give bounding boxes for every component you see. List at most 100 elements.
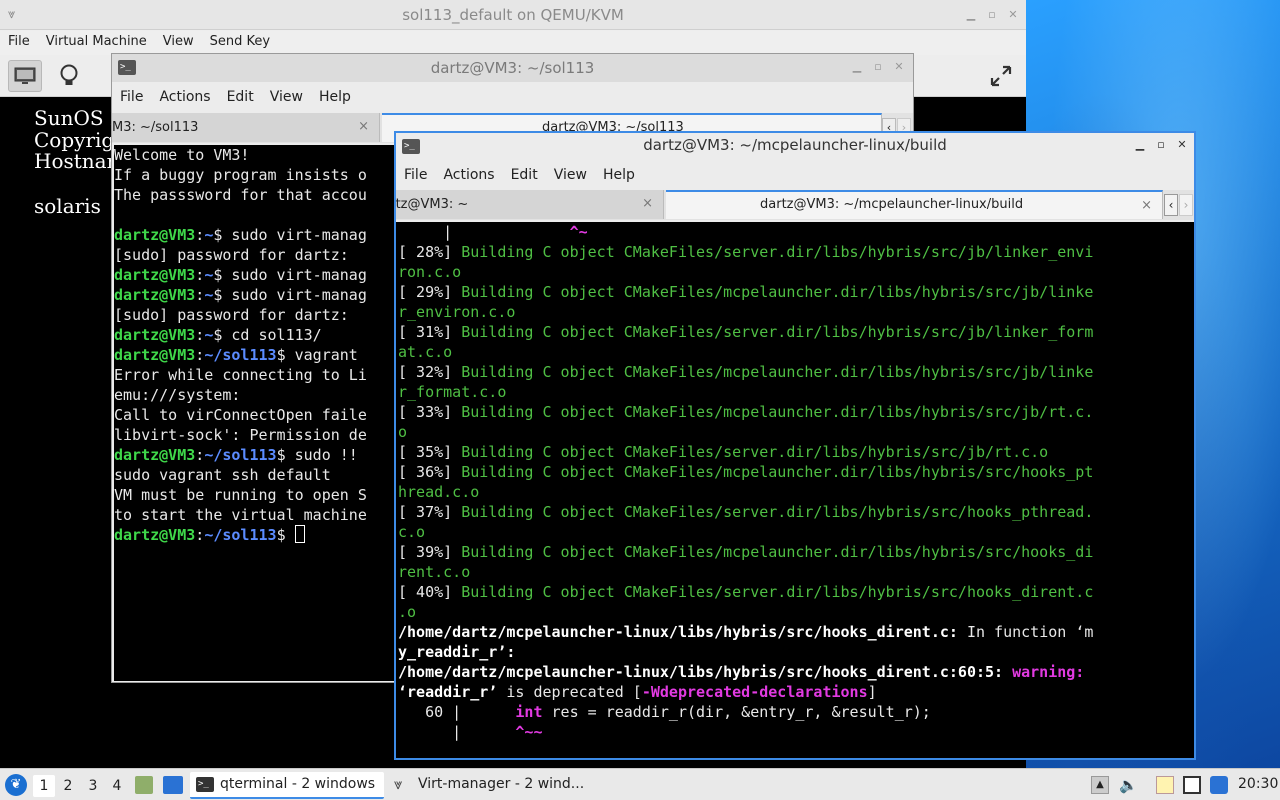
console-view-button[interactable] <box>8 60 42 92</box>
terminal-caret-line: | ^~ <box>398 223 588 241</box>
warning-line: y_readdir_r’: <box>398 643 516 661</box>
workspace-1[interactable]: 1 <box>33 775 55 797</box>
maximize-icon[interactable]: ▫ <box>871 60 885 74</box>
workspace-3[interactable]: 3 <box>82 775 104 797</box>
qemu-menu-send-key[interactable]: Send Key <box>202 31 278 52</box>
build-progress-line: [ 37%] Building C object CMakeFiles/serv… <box>398 503 1094 521</box>
taskbar: ❦ 1 2 3 4 >_ qterminal - 2 windows ⩔ Vir… <box>0 768 1280 800</box>
menu-file[interactable]: File <box>112 84 151 110</box>
qemu-titlebar[interactable]: ⩔ sol113_default on QEMU/KVM ▁ ▫ ✕ <box>0 0 1026 30</box>
terminal-titlebar[interactable]: >_ dartz@VM3: ~/sol113 ▁ ▫ ✕ <box>112 54 913 82</box>
build-progress-line: [ 32%] Building C object CMakeFiles/mcpe… <box>398 363 1094 381</box>
build-progress-line: c.o <box>398 523 426 541</box>
terminal-window-build: >_ dartz@VM3: ~/mcpelauncher-linux/build… <box>394 131 1196 760</box>
tab-close-icon[interactable]: × <box>642 196 653 211</box>
menu-actions[interactable]: Actions <box>151 84 218 110</box>
warning-line: /home/dartz/mcpelauncher-linux/libs/hybr… <box>398 663 1085 681</box>
menu-view[interactable]: View <box>546 162 595 188</box>
terminal-window-title: dartz@VM3: ~/mcpelauncher-linux/build <box>643 136 947 154</box>
terminal-icon: >_ <box>196 777 214 792</box>
tab-label: M3: ~/sol113 <box>112 120 199 135</box>
menu-view[interactable]: View <box>262 84 311 110</box>
qemu-menu-view[interactable]: View <box>155 31 202 52</box>
maximize-icon[interactable]: ▫ <box>1154 138 1168 152</box>
prompt-text: ~ <box>204 226 214 244</box>
terminal-output[interactable]: | ^~ [ 28%] Building C object CMakeFiles/… <box>396 222 1194 758</box>
code-line: 60 | int res = readdir_r(dir, &entry_r, … <box>398 703 931 721</box>
prompt-text: ~ <box>204 286 214 304</box>
fullscreen-icon <box>990 65 1012 87</box>
build-progress-line: .o <box>398 603 417 621</box>
terminal-cursor <box>294 525 305 543</box>
volume-icon[interactable]: 🔈 <box>1119 776 1138 794</box>
menu-edit[interactable]: Edit <box>219 84 262 110</box>
minimize-icon[interactable]: ▁ <box>964 8 978 22</box>
build-progress-line: [ 40%] Building C object CMakeFiles/serv… <box>398 583 1094 601</box>
virt-manager-icon: ⩔ <box>394 775 403 793</box>
menu-help[interactable]: Help <box>311 84 359 110</box>
terminal-caret-line: | ^~~ <box>398 723 543 741</box>
tab-home[interactable]: dartz@VM3: ~ × <box>396 190 664 219</box>
lightbulb-icon <box>60 64 78 85</box>
qemu-menu-virtual-machine[interactable]: Virtual Machine <box>38 31 155 52</box>
file-manager-icon[interactable] <box>135 776 153 794</box>
menu-help[interactable]: Help <box>595 162 643 188</box>
qemu-window-title: sol113_default on QEMU/KVM <box>402 6 624 24</box>
tab-close-icon[interactable]: × <box>1141 198 1152 213</box>
close-icon[interactable]: ✕ <box>1006 8 1020 22</box>
build-progress-line: [ 39%] Building C object CMakeFiles/mcpe… <box>398 543 1094 561</box>
maximize-icon[interactable]: ▫ <box>985 8 999 22</box>
tab-label: dartz@VM3: ~ <box>396 197 469 212</box>
workspace-4[interactable]: 4 <box>106 775 128 797</box>
tab-scroll-left-icon[interactable]: ‹ <box>1164 194 1178 216</box>
network-icon[interactable] <box>1183 776 1201 794</box>
build-progress-line: hread.c.o <box>398 483 480 501</box>
details-view-button[interactable] <box>52 60 86 92</box>
tray-up-icon[interactable]: ▲ <box>1091 776 1109 794</box>
build-progress-line: [ 29%] Building C object CMakeFiles/mcpe… <box>398 283 1094 301</box>
task-label: qterminal - 2 windows <box>220 776 376 792</box>
build-progress-line: r_format.c.o <box>398 383 507 401</box>
build-progress-line: at.c.o <box>398 343 453 361</box>
task-qterminal[interactable]: >_ qterminal - 2 windows <box>190 772 384 799</box>
show-desktop-icon[interactable] <box>163 776 183 794</box>
build-progress-line: [ 36%] Building C object CMakeFiles/mcpe… <box>398 463 1094 481</box>
prompt-text: ~ <box>204 326 214 344</box>
task-label: Virt-manager - 2 wind... <box>418 776 585 792</box>
minimize-icon[interactable]: ▁ <box>850 60 864 74</box>
build-progress-line: ron.c.o <box>398 263 462 281</box>
terminal-titlebar[interactable]: >_ dartz@VM3: ~/mcpelauncher-linux/build… <box>396 133 1194 159</box>
terminal-menubar: File Actions Edit View Help <box>112 84 913 112</box>
terminal-menubar: File Actions Edit View Help <box>396 162 1194 190</box>
fullscreen-button[interactable] <box>984 60 1018 92</box>
menu-actions[interactable]: Actions <box>435 162 502 188</box>
build-progress-line: o <box>398 423 408 441</box>
tab-close-icon[interactable]: × <box>358 119 369 134</box>
clipboard-icon[interactable] <box>1156 776 1174 794</box>
start-menu-icon[interactable]: ❦ <box>5 774 27 796</box>
minimize-icon[interactable]: ▁ <box>1133 138 1147 152</box>
build-progress-line: [ 35%] Building C object CMakeFiles/serv… <box>398 443 1049 461</box>
task-virt-manager[interactable]: ⩔ Virt-manager - 2 wind... <box>388 772 598 799</box>
workspace-2[interactable]: 2 <box>57 775 79 797</box>
qemu-menu-file[interactable]: File <box>0 31 38 52</box>
build-progress-line: [ 31%] Building C object CMakeFiles/serv… <box>398 323 1094 341</box>
terminal-window-title: dartz@VM3: ~/sol113 <box>430 59 595 77</box>
monitor-icon <box>14 67 36 84</box>
build-progress-line: r_environ.c.o <box>398 303 516 321</box>
warning-line: /home/dartz/mcpelauncher-linux/libs/hybr… <box>398 623 1094 641</box>
clock[interactable]: 20:30 <box>1238 776 1278 792</box>
menu-edit[interactable]: Edit <box>503 162 546 188</box>
tab-build[interactable]: dartz@VM3: ~/mcpelauncher-linux/build × <box>666 190 1163 219</box>
build-progress-line: [ 28%] Building C object CMakeFiles/serv… <box>398 243 1094 261</box>
close-icon[interactable]: ✕ <box>1175 138 1189 152</box>
prompt-text: ~ <box>204 266 214 284</box>
update-notifier-icon[interactable] <box>1210 776 1228 794</box>
tab-sol113-a[interactable]: M3: ~/sol113 × <box>112 113 380 142</box>
build-progress-line: rent.c.o <box>398 563 471 581</box>
build-progress-line: [ 33%] Building C object CMakeFiles/mcpe… <box>398 403 1094 421</box>
menu-file[interactable]: File <box>396 162 435 188</box>
close-icon[interactable]: ✕ <box>892 60 906 74</box>
qemu-menubar: File Virtual Machine View Send Key <box>0 31 1026 55</box>
tab-scroll-right-icon[interactable]: › <box>1179 194 1193 216</box>
